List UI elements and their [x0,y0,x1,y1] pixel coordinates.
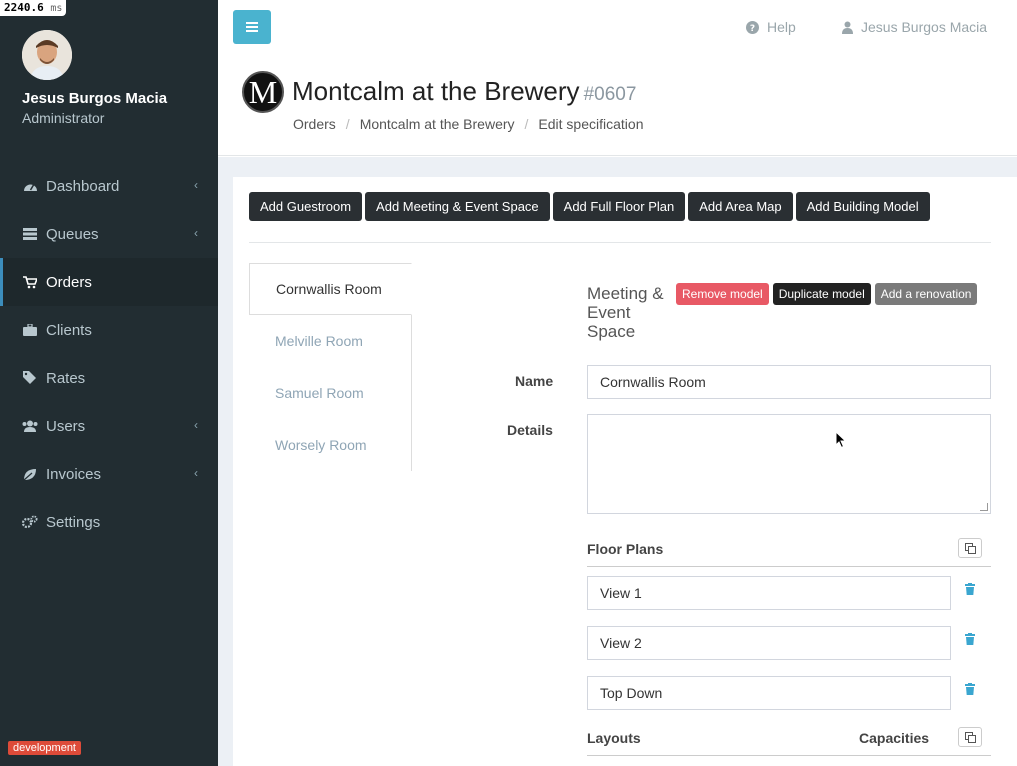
chevron-left-icon: ‹ [194,418,198,432]
model-actions: Remove model Duplicate model Add a renov… [676,283,978,305]
page-title: Montcalm at the Brewery #0607 [292,76,637,106]
floor-plan-field[interactable]: View 2 [587,626,951,660]
tab-cornwallis-room[interactable]: Cornwallis Room [249,263,412,315]
add-building-model-button[interactable]: Add Building Model [795,192,930,221]
breadcrumb-item-hotel[interactable]: Montcalm at the Brewery [360,116,515,132]
cart-icon [22,274,38,290]
name-label: Name [515,373,554,389]
order-code: #0607 [583,84,637,105]
leaf-icon [22,466,38,482]
chevron-left-icon: ‹ [194,178,198,192]
trash-icon[interactable] [964,583,976,595]
sidebar-item-queues[interactable]: Queues ‹ [0,210,218,258]
sidebar-item-label: Queues [46,225,99,243]
layouts-heading: Layouts [587,730,641,746]
duplicate-model-button[interactable]: Duplicate model [772,283,871,305]
help-link[interactable]: ? Help [746,19,796,35]
environment-badge: development [8,741,81,755]
dashboard-icon [22,178,38,194]
cogs-icon [22,514,38,530]
sidebar-item-label: Rates [46,369,86,387]
resize-handle[interactable] [980,503,988,511]
sidebar-user-name: Jesus Burgos Macia [22,90,168,107]
sidebar-item-settings[interactable]: Settings [0,498,218,546]
breadcrumb-item-orders[interactable]: Orders [293,116,336,132]
copy-icon [964,542,976,554]
avatar[interactable] [22,30,72,80]
topbar: ? Help Jesus Burgos Macia [218,0,1017,56]
details-textarea[interactable] [587,414,991,514]
floor-plan-field[interactable]: View 1 [587,576,951,610]
add-guestroom-button[interactable]: Add Guestroom [249,192,363,221]
sidebar-toggle-button[interactable] [233,10,271,44]
sidebar-item-orders[interactable]: Orders [0,258,218,306]
page-header: M Montcalm at the Brewery #0607 Orders / Mo… [218,56,1017,156]
sidebar-item-invoices[interactable]: Invoices ‹ [0,450,218,498]
divider [249,242,991,243]
add-actions-toolbar: Add Guestroom Add Meeting & Event Space … [249,192,930,221]
sidebar-nav: Dashboard ‹ Queues ‹ Orders Clients Rate… [0,162,218,546]
breadcrumb: Orders / Montcalm at the Brewery / Edit spec… [293,116,644,132]
svg-text:?: ? [750,24,755,34]
sidebar-item-label: Users [46,417,86,435]
hamburger-icon [246,26,258,28]
sidebar-item-rates[interactable]: Rates [0,354,218,402]
tags-icon [22,370,38,386]
user-icon [842,21,853,34]
add-meeting-space-button[interactable]: Add Meeting & Event Space [365,192,550,221]
sidebar-item-clients[interactable]: Clients [0,306,218,354]
trash-icon[interactable] [964,683,976,695]
sidebar-item-label: Dashboard [46,177,120,195]
sidebar-item-label: Settings [46,513,101,531]
hotel-logo: M [242,71,284,113]
copy-icon [964,731,976,743]
add-area-map-button[interactable]: Add Area Map [688,192,793,221]
chevron-left-icon: ‹ [194,226,198,240]
chevron-left-icon: ‹ [194,466,198,480]
trash-icon[interactable] [964,633,976,645]
capacities-heading: Capacities [859,730,930,746]
add-floor-plan-button[interactable]: Add Full Floor Plan [552,192,686,221]
sidebar-item-label: Orders [46,273,92,291]
sidebar-item-label: Invoices [46,465,102,483]
divider [587,755,991,756]
details-label: Details [507,422,553,438]
main-content: Add Guestroom Add Meeting & Event Space … [218,157,1017,766]
tab-worsely-room[interactable]: Worsely Room [249,419,411,471]
question-circle-icon: ? [746,20,759,34]
sidebar-item-users[interactable]: Users ‹ [0,402,218,450]
user-menu[interactable]: Jesus Burgos Macia [842,19,987,35]
sidebar-user-role: Administrator [22,110,105,126]
room-tabs: Cornwallis Room Melville Room Samuel Roo… [249,263,412,471]
list-icon [22,226,38,242]
render-timer: 2240.6 ms [0,0,67,16]
users-icon [22,418,38,434]
tab-samuel-room[interactable]: Samuel Room [249,367,411,419]
floor-plans-heading: Floor Plans [587,541,664,557]
remove-model-button[interactable]: Remove model [676,283,769,305]
specification-box: Add Guestroom Add Meeting & Event Space … [233,177,1017,766]
sidebar: Jesus Burgos Macia Administrator Dashboa… [0,0,218,766]
panel-title: Meeting & Event Space [587,284,664,341]
copy-floor-plans-button[interactable] [958,538,982,558]
mouse-cursor-icon [835,430,847,449]
breadcrumb-item-current: Edit specification [538,116,644,132]
copy-layouts-button[interactable] [958,727,982,747]
sidebar-item-dashboard[interactable]: Dashboard ‹ [0,162,218,210]
add-renovation-button[interactable]: Add a renovation [874,283,978,305]
sidebar-item-label: Clients [46,321,92,339]
divider [587,566,991,567]
tab-melville-room[interactable]: Melville Room [249,315,411,367]
name-field[interactable]: Cornwallis Room [587,365,991,399]
floor-plan-field[interactable]: Top Down [587,676,951,710]
briefcase-icon [22,322,38,338]
